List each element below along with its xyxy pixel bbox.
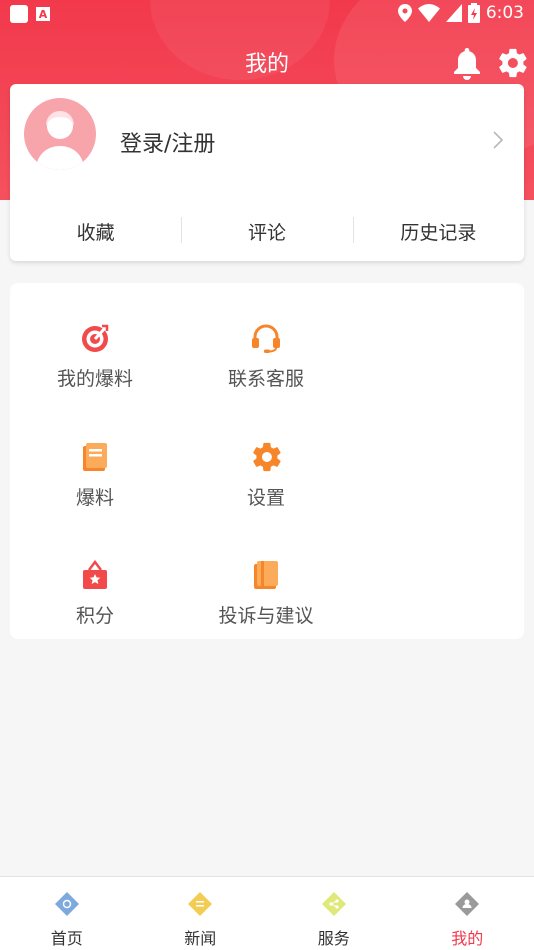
menu-label: 爆料 [75, 487, 114, 509]
chevron-right-icon[interactable] [492, 130, 504, 150]
news-diamond-icon [188, 892, 213, 916]
status-time: 6:03 [485, 3, 524, 23]
menu-grid: 我的爆料 联系客服 爆料 设置 积分 投诉与建议 [10, 283, 524, 639]
target-icon [82, 324, 109, 352]
menu-label: 积分 [75, 605, 114, 627]
home-diamond-icon [54, 892, 79, 916]
notification-square-icon [10, 5, 28, 23]
menu-label: 投诉与建议 [218, 605, 314, 627]
tab-label: 新闻 [184, 929, 217, 948]
status-bar: A 6:03 [0, 0, 534, 28]
headset-icon [252, 324, 280, 353]
gear-icon [499, 48, 527, 78]
tab-services[interactable]: 服务 [267, 877, 401, 950]
menu-item-tips[interactable]: 爆料 [25, 442, 165, 532]
menu-label: 联系客服 [227, 368, 304, 390]
notebook-icon [83, 443, 107, 471]
gear-icon [253, 442, 281, 472]
tab-label: 服务 [317, 929, 350, 948]
menu-item-feedback[interactable]: 投诉与建议 [196, 560, 336, 650]
menu-label: 我的爆料 [56, 368, 133, 390]
wifi-icon [417, 4, 440, 22]
stats-row: 收藏 评论 历史记录 [10, 211, 524, 251]
tab-label: 我的 [451, 929, 484, 948]
notifications-button[interactable] [452, 46, 482, 80]
default-user-icon [36, 111, 84, 170]
menu-item-points[interactable]: 积分 [25, 560, 165, 650]
tab-home[interactable]: 首页 [0, 877, 134, 950]
bottom-tab-bar: 首页 新闻 服务 我的 [0, 876, 534, 950]
signal-icon [445, 4, 462, 22]
app-notification-icon: A [36, 7, 50, 21]
favorites-label: 收藏 [76, 221, 115, 244]
book-icon [254, 561, 278, 589]
tab-news[interactable]: 新闻 [134, 877, 268, 950]
location-icon [397, 4, 412, 22]
history-button[interactable]: 历史记录 [352, 211, 524, 251]
comments-button[interactable]: 评论 [181, 211, 352, 251]
comments-label: 评论 [247, 221, 286, 244]
menu-item-customer-service[interactable]: 联系客服 [196, 323, 336, 413]
avatar[interactable] [24, 98, 96, 170]
profile-card: 登录/注册 收藏 评论 历史记录 [10, 84, 524, 261]
share-diamond-icon [321, 892, 346, 916]
favorites-button[interactable]: 收藏 [10, 211, 181, 251]
user-diamond-icon [455, 892, 480, 916]
menu-item-settings[interactable]: 设置 [196, 442, 336, 532]
gift-badge-icon [83, 560, 107, 589]
login-register-link[interactable]: 登录/注册 [120, 126, 215, 158]
bell-icon [454, 48, 480, 80]
tab-mine[interactable]: 我的 [401, 877, 534, 950]
settings-button[interactable] [497, 46, 527, 80]
history-label: 历史记录 [400, 221, 477, 244]
menu-item-my-tips[interactable]: 我的爆料 [25, 323, 165, 413]
menu-label: 设置 [246, 487, 285, 509]
battery-icon [467, 3, 480, 23]
tab-label: 首页 [50, 929, 83, 948]
